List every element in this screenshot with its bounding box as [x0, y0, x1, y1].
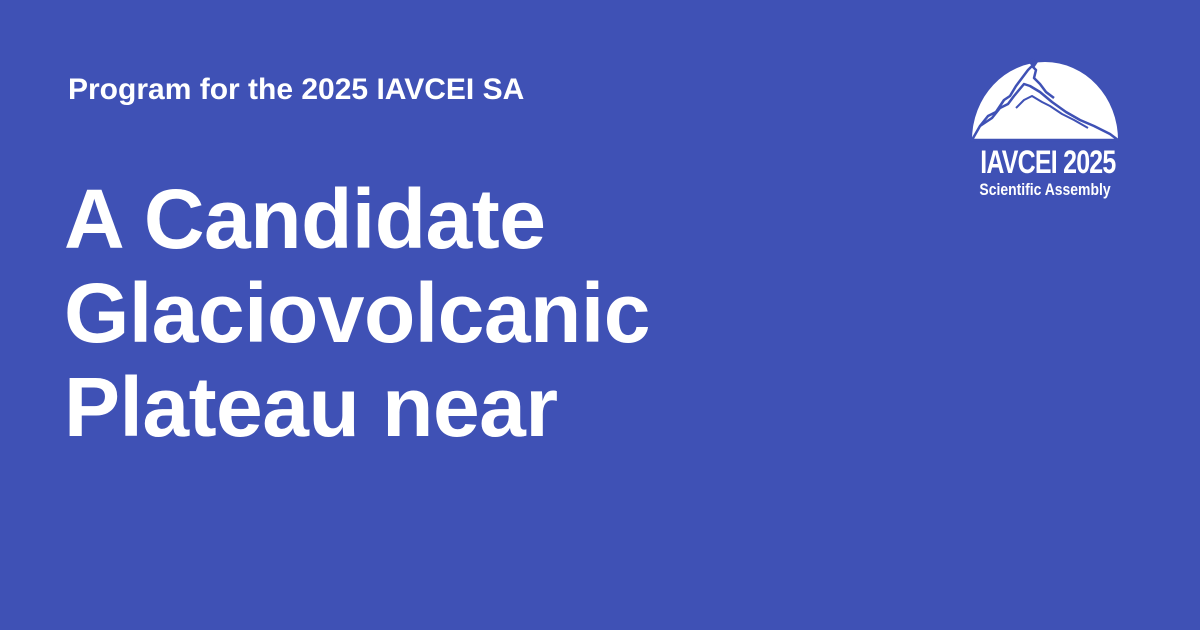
volcano-mountain-icon: [970, 58, 1120, 142]
headline: A Candidate Glaciovolcanic Plateau near: [64, 172, 864, 454]
headline-line-3: Plateau near: [64, 360, 558, 454]
headline-line-2: Glaciovolcanic: [64, 266, 650, 360]
share-card: Program for the 2025 IAVCEI SA A Candida…: [0, 0, 1200, 630]
logo-name: IAVCEI 2025: [980, 144, 1116, 180]
program-title: Program for the 2025 IAVCEI SA: [68, 73, 525, 106]
iavcei-logo: IAVCEI 2025 Scientific Assembly: [962, 56, 1128, 206]
headline-line-1: A Candidate: [64, 172, 546, 266]
logo-subtitle: Scientific Assembly: [979, 180, 1111, 199]
